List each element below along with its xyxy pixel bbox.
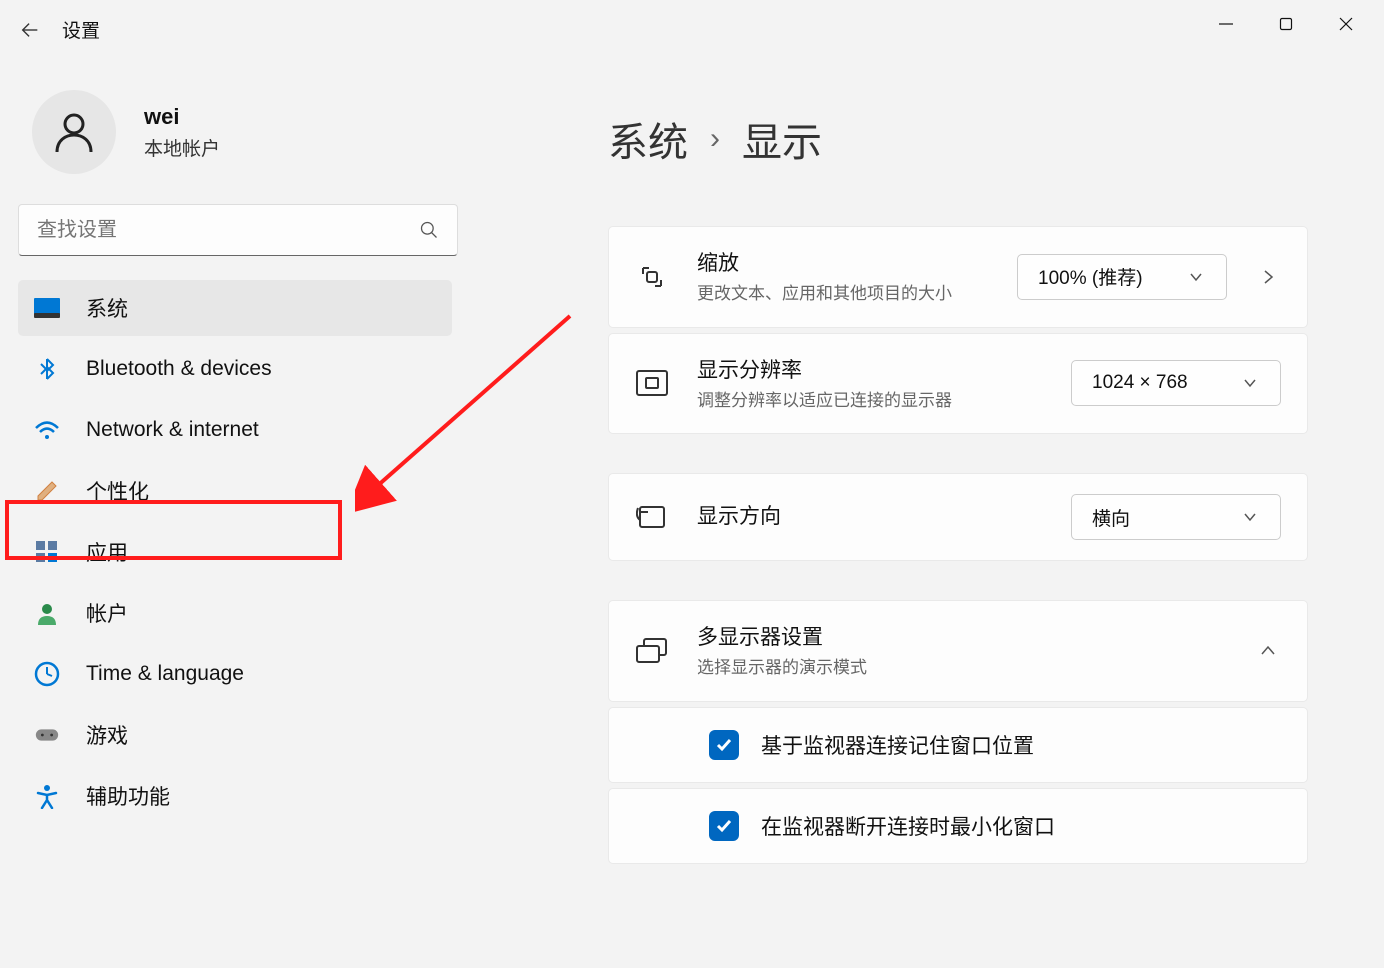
brush-icon [34,478,60,504]
resolution-title: 显示分辨率 [697,354,1043,384]
nav-bluetooth[interactable]: Bluetooth & devices [18,341,452,397]
maximize-icon [1279,17,1293,31]
accessibility-icon [34,783,60,809]
search-input[interactable] [37,219,419,242]
nav-accessibility[interactable]: 辅助功能 [18,768,452,824]
scale-icon [635,260,669,294]
minimize-icon [1219,17,1233,31]
maximize-button[interactable] [1256,4,1316,44]
sidebar: wei 本地帐户 系统 Bluetooth & devices Network … [0,80,470,829]
card-resolution[interactable]: 显示分辨率 调整分辨率以适应已连接的显示器 1024 × 768 [608,333,1308,435]
person-icon [50,108,98,156]
check-icon [715,736,733,754]
orientation-title: 显示方向 [697,500,1043,530]
check-label: 在监视器断开连接时最小化窗口 [761,811,1055,841]
resolution-dropdown[interactable]: 1024 × 768 [1071,360,1281,406]
card-orientation[interactable]: 显示方向 横向 [608,473,1308,561]
orientation-dropdown[interactable]: 横向 [1071,494,1281,540]
orientation-icon [635,500,669,534]
check-label: 基于监视器连接记住窗口位置 [761,730,1034,760]
gamepad-icon [34,722,60,748]
nav-label: Time & language [86,662,244,686]
close-icon [1339,17,1353,31]
nav-label: Network & internet [86,418,259,442]
resolution-value: 1024 × 768 [1092,372,1188,394]
close-button[interactable] [1316,4,1376,44]
nav-label: 个性化 [86,476,149,506]
breadcrumb-sep: › [710,122,720,156]
scale-desc: 更改文本、应用和其他项目的大小 [697,281,989,307]
scale-dropdown[interactable]: 100% (推荐) [1017,254,1227,300]
scale-value: 100% (推荐) [1038,263,1143,290]
nav-gaming[interactable]: 游戏 [18,707,452,763]
main-content: 系统 › 显示 缩放 更改文本、应用和其他项目的大小 100% (推荐) 显示分… [608,110,1308,869]
nav-apps[interactable]: 应用 [18,524,452,580]
chevron-right-icon[interactable] [1255,269,1281,285]
app-title: 设置 [62,16,100,43]
nav-label: 帐户 [86,598,128,628]
clock-icon [34,661,60,687]
nav-label: Bluetooth & devices [86,357,272,381]
account-icon [34,600,60,626]
check-icon [715,817,733,835]
nav-network[interactable]: Network & internet [18,402,452,458]
card-scale[interactable]: 缩放 更改文本、应用和其他项目的大小 100% (推荐) [608,226,1308,328]
nav-label: 游戏 [86,720,128,750]
scale-title: 缩放 [697,247,989,277]
nav-label: 系统 [86,293,128,323]
back-icon [19,19,41,41]
nav-personalization[interactable]: 个性化 [18,463,452,519]
profile[interactable]: wei 本地帐户 [18,80,452,204]
multi-title: 多显示器设置 [697,621,1227,651]
nav-label: 应用 [86,537,128,567]
profile-sub: 本地帐户 [144,134,220,161]
back-button[interactable] [18,18,42,42]
wifi-icon [34,417,60,443]
multi-desc: 选择显示器的演示模式 [697,655,1227,681]
breadcrumb-parent[interactable]: 系统 [608,110,688,168]
chevron-down-icon [1240,376,1260,390]
orientation-value: 横向 [1092,504,1130,531]
chevron-down-icon [1186,270,1206,284]
check-remember[interactable]: 基于监视器连接记住窗口位置 [608,707,1308,783]
profile-name: wei [144,104,220,130]
search-icon [419,220,439,240]
nav-system[interactable]: 系统 [18,280,452,336]
nav-time[interactable]: Time & language [18,646,452,702]
breadcrumb: 系统 › 显示 [608,110,1308,168]
system-icon [34,295,60,321]
chevron-down-icon [1240,510,1260,524]
resolution-icon [635,366,669,400]
check-minimize[interactable]: 在监视器断开连接时最小化窗口 [608,788,1308,864]
card-multimonitor[interactable]: 多显示器设置 选择显示器的演示模式 [608,600,1308,702]
nav-label: 辅助功能 [86,781,170,811]
chevron-up-icon[interactable] [1255,643,1281,659]
multimonitor-icon [635,634,669,668]
breadcrumb-current: 显示 [742,110,822,168]
search-box[interactable] [18,204,458,256]
checkbox-minimize[interactable] [709,811,739,841]
minimize-button[interactable] [1196,4,1256,44]
apps-icon [34,539,60,565]
checkbox-remember[interactable] [709,730,739,760]
bluetooth-icon [34,356,60,382]
avatar [32,90,116,174]
nav-accounts[interactable]: 帐户 [18,585,452,641]
resolution-desc: 调整分辨率以适应已连接的显示器 [697,388,1043,414]
